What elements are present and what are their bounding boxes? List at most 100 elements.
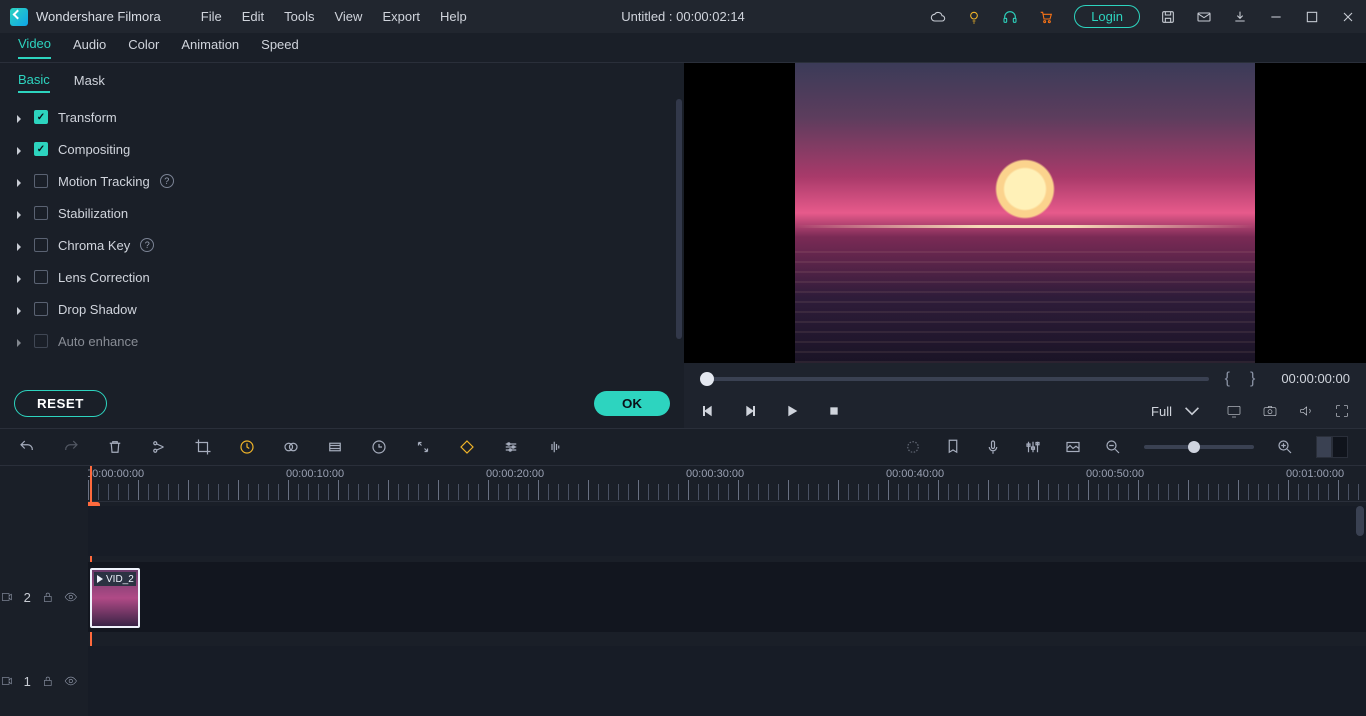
option-compositing[interactable]: Compositing: [10, 133, 674, 165]
ruler-label: 00:00:30:00: [686, 468, 744, 480]
preview-frame[interactable]: [795, 63, 1255, 363]
crop-icon[interactable]: [194, 438, 212, 456]
volume-icon[interactable]: [1298, 403, 1314, 419]
timeline-view-toggle[interactable]: [1316, 436, 1348, 458]
options-scrollbar[interactable]: [676, 99, 682, 339]
step-back-icon[interactable]: [700, 403, 716, 419]
options-list: Transform Compositing Motion Tracking ? …: [0, 93, 684, 378]
minimize-icon[interactable]: [1268, 9, 1284, 25]
marker-icon[interactable]: [944, 438, 962, 456]
play-icon[interactable]: [784, 403, 800, 419]
mark-out-icon[interactable]: }: [1246, 370, 1259, 388]
option-drop-shadow[interactable]: Drop Shadow: [10, 293, 674, 325]
chevron-right-icon: [14, 336, 24, 346]
fit-icon[interactable]: [414, 438, 432, 456]
option-label: Auto enhance: [58, 334, 138, 349]
zoom-slider[interactable]: [1144, 445, 1254, 449]
voiceover-icon[interactable]: [984, 438, 1002, 456]
option-auto-enhance[interactable]: Auto enhance: [10, 325, 674, 357]
tab-animation[interactable]: Animation: [181, 37, 239, 58]
option-motion-tracking[interactable]: Motion Tracking ?: [10, 165, 674, 197]
keyframe-icon[interactable]: [458, 438, 476, 456]
quality-dropdown[interactable]: Full: [1145, 401, 1206, 421]
eye-icon[interactable]: [64, 590, 78, 604]
track-header-1: 1: [0, 646, 88, 716]
tab-color[interactable]: Color: [128, 37, 159, 58]
close-icon[interactable]: [1340, 9, 1356, 25]
tab-audio[interactable]: Audio: [73, 37, 106, 58]
subtab-mask[interactable]: Mask: [74, 73, 105, 92]
step-forward-icon[interactable]: [742, 403, 758, 419]
tab-speed[interactable]: Speed: [261, 37, 299, 58]
snapshot-icon[interactable]: [1262, 403, 1278, 419]
thumbnail-icon[interactable]: [1064, 438, 1082, 456]
lock-icon[interactable]: [41, 674, 55, 688]
checkbox-chroma-key[interactable]: [34, 238, 48, 252]
seek-handle[interactable]: [700, 372, 714, 386]
delete-icon[interactable]: [106, 438, 124, 456]
mixer-icon[interactable]: [1024, 438, 1042, 456]
duration-icon[interactable]: [370, 438, 388, 456]
speed-icon[interactable]: [238, 438, 256, 456]
checkbox-compositing[interactable]: [34, 142, 48, 156]
split-icon[interactable]: [150, 438, 168, 456]
cart-icon[interactable]: [1038, 9, 1054, 25]
mark-in-icon[interactable]: {: [1221, 370, 1234, 388]
idea-icon[interactable]: [966, 9, 982, 25]
zoom-out-icon[interactable]: [1104, 438, 1122, 456]
option-lens-correction[interactable]: Lens Correction: [10, 261, 674, 293]
checkbox-stabilization[interactable]: [34, 206, 48, 220]
time-ruler[interactable]: 00:00:00:00 00:00:10:00 00:00:20:00 00:0…: [88, 466, 1366, 502]
marker-dotted-icon[interactable]: [904, 438, 922, 456]
option-label: Stabilization: [58, 206, 128, 221]
option-stabilization[interactable]: Stabilization: [10, 197, 674, 229]
checkbox-lens-correction[interactable]: [34, 270, 48, 284]
color-match-icon[interactable]: [282, 438, 300, 456]
undo-icon[interactable]: [18, 438, 36, 456]
login-button[interactable]: Login: [1074, 5, 1140, 28]
fullscreen-icon[interactable]: [1334, 403, 1350, 419]
freeze-frame-icon[interactable]: [326, 438, 344, 456]
zoom-thumb[interactable]: [1188, 441, 1200, 453]
mail-icon[interactable]: [1196, 9, 1212, 25]
info-icon[interactable]: ?: [160, 174, 174, 188]
eye-icon[interactable]: [64, 674, 78, 688]
lock-icon[interactable]: [41, 590, 55, 604]
checkbox-auto-enhance[interactable]: [34, 334, 48, 348]
track-row-1[interactable]: [88, 646, 1366, 716]
menu-edit[interactable]: Edit: [232, 5, 274, 28]
document-title: Untitled : 00:00:02:14: [621, 9, 745, 24]
checkbox-motion-tracking[interactable]: [34, 174, 48, 188]
checkbox-drop-shadow[interactable]: [34, 302, 48, 316]
save-icon[interactable]: [1160, 9, 1176, 25]
seek-bar[interactable]: [700, 377, 1209, 381]
zoom-in-icon[interactable]: [1276, 438, 1294, 456]
timeline-scrollbar[interactable]: [1356, 506, 1364, 686]
display-icon[interactable]: [1226, 403, 1242, 419]
redo-icon[interactable]: [62, 438, 80, 456]
track-spacer[interactable]: [88, 506, 1366, 556]
checkbox-transform[interactable]: [34, 110, 48, 124]
option-transform[interactable]: Transform: [10, 101, 674, 133]
info-icon[interactable]: ?: [140, 238, 154, 252]
menu-help[interactable]: Help: [430, 5, 477, 28]
menu-export[interactable]: Export: [372, 5, 430, 28]
reset-button[interactable]: RESET: [14, 390, 107, 417]
option-chroma-key[interactable]: Chroma Key ?: [10, 229, 674, 261]
menu-tools[interactable]: Tools: [274, 5, 324, 28]
tab-video[interactable]: Video: [18, 36, 51, 59]
download-icon[interactable]: [1232, 9, 1248, 25]
cloud-icon[interactable]: [930, 9, 946, 25]
clip-video[interactable]: VID_2: [90, 568, 140, 628]
ok-button[interactable]: OK: [594, 391, 670, 416]
menu-view[interactable]: View: [324, 5, 372, 28]
adjust-icon[interactable]: [502, 438, 520, 456]
track-row-2[interactable]: VID_2: [88, 562, 1366, 632]
stop-icon[interactable]: [826, 403, 842, 419]
chevron-right-icon: [14, 304, 24, 314]
maximize-icon[interactable]: [1304, 9, 1320, 25]
audio-wave-icon[interactable]: [546, 438, 564, 456]
subtab-basic[interactable]: Basic: [18, 72, 50, 93]
headphones-icon[interactable]: [1002, 9, 1018, 25]
menu-file[interactable]: File: [191, 5, 232, 28]
